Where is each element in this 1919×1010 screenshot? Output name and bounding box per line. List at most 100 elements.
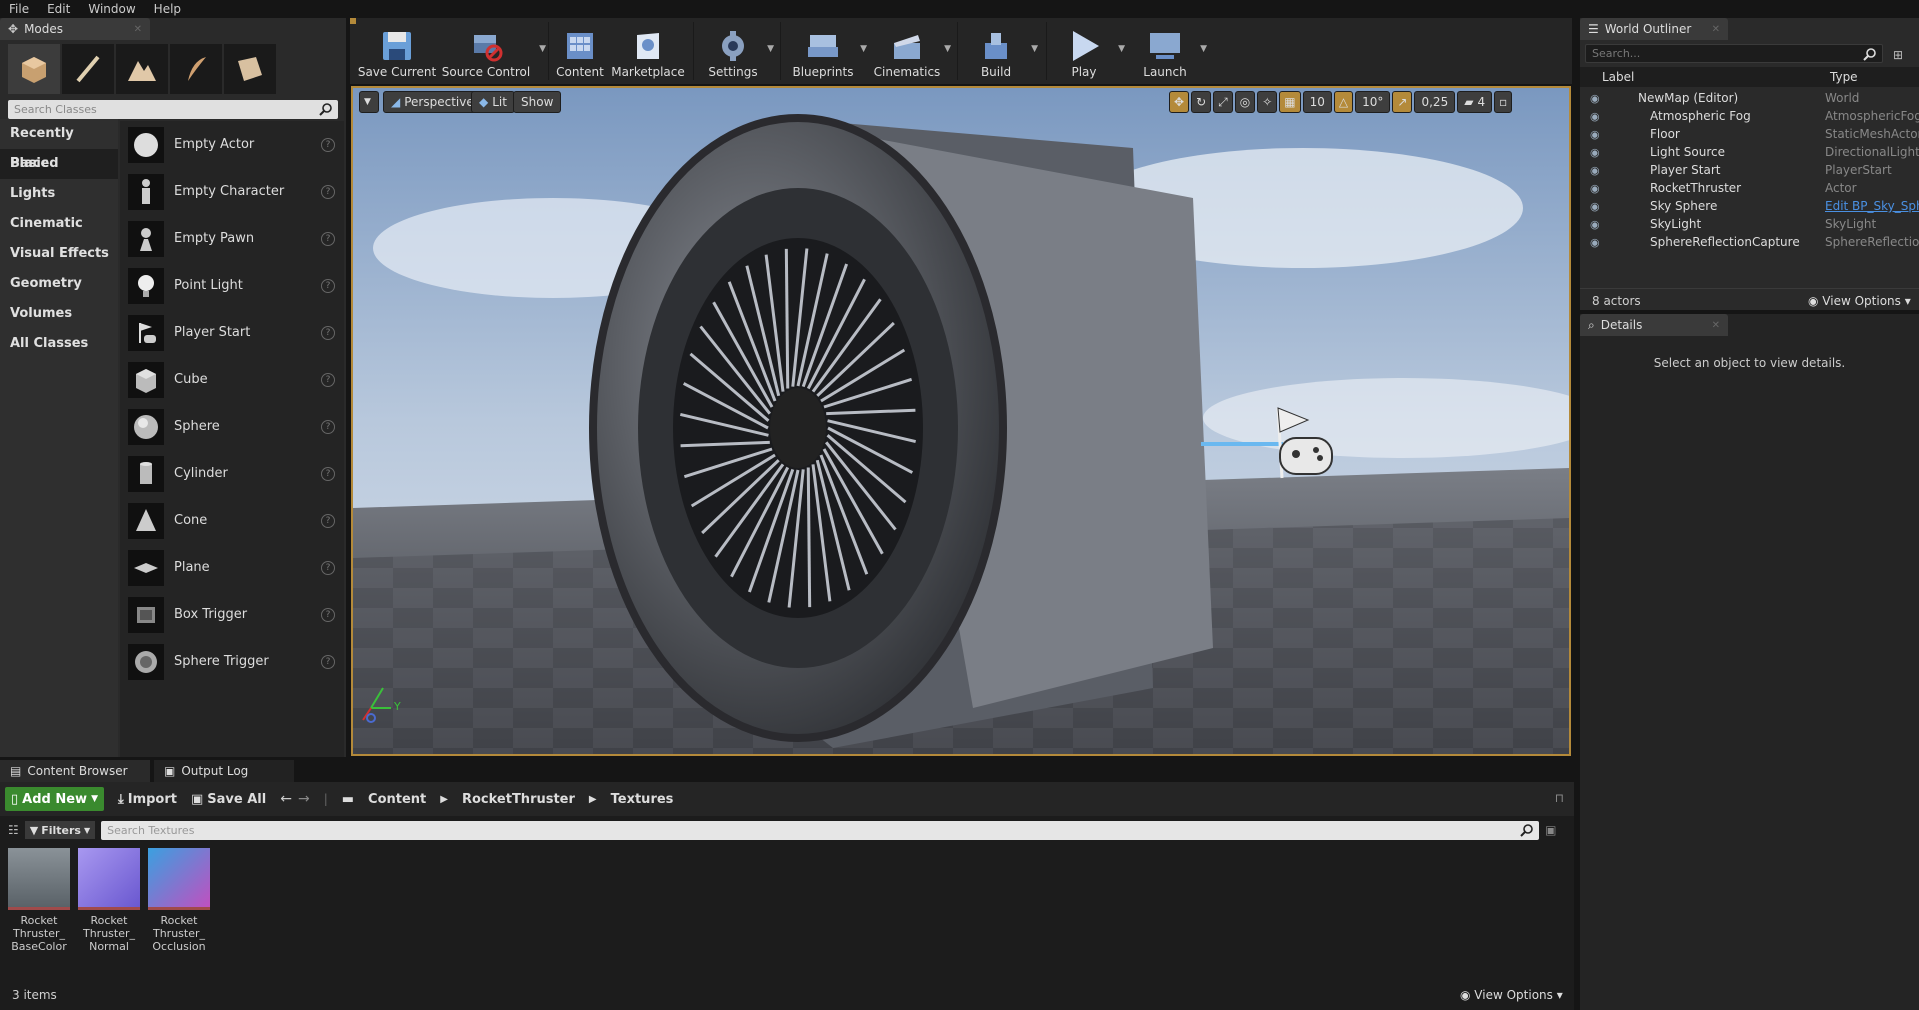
filters-button[interactable]: ▼ Filters ▼ — [24, 821, 96, 839]
list-item[interactable]: Sphere Trigger? — [120, 638, 344, 685]
breadcrumb-rocketthruster[interactable]: RocketThruster — [462, 792, 575, 807]
build-button[interactable]: Build ▼ — [958, 18, 1038, 84]
list-item[interactable]: Sphere? — [120, 403, 344, 450]
viewport-options-button[interactable]: ▼ — [359, 91, 379, 113]
edit-blueprint-link[interactable]: Edit BP_Sky_Sphere — [1825, 199, 1919, 213]
list-item[interactable]: Empty Character? — [120, 168, 344, 215]
place-mode-button[interactable] — [8, 44, 60, 94]
eye-icon[interactable]: ◉ — [1590, 182, 1600, 195]
close-icon[interactable]: ✕ — [134, 24, 142, 35]
scale-snap-value[interactable]: 0,25 — [1414, 91, 1456, 113]
list-item[interactable]: Cone? — [120, 497, 344, 544]
help-icon[interactable]: ? — [321, 560, 335, 575]
breadcrumb-content[interactable]: Content — [368, 792, 426, 807]
world-outliner-tab[interactable]: ☰ World Outliner ✕ — [1580, 18, 1728, 40]
category-visual-effects[interactable]: Visual Effects — [0, 239, 118, 269]
launch-button[interactable]: Launch ▼ — [1127, 18, 1207, 84]
eye-icon[interactable]: ◉ — [1590, 200, 1600, 213]
table-row[interactable]: ◉ SkyLight SkyLight — [1580, 215, 1919, 233]
table-row[interactable]: ◉ Player Start PlayerStart — [1580, 161, 1919, 179]
chevron-down-icon[interactable]: ▼ — [767, 44, 774, 54]
play-button[interactable]: Play ▼ — [1047, 18, 1125, 84]
eye-icon[interactable]: ◉ — [1590, 218, 1600, 231]
help-icon[interactable]: ? — [321, 607, 335, 622]
surface-snap-button[interactable]: ✧ — [1257, 91, 1278, 113]
list-item[interactable]: Player Start? — [120, 309, 344, 356]
list-item[interactable]: Point Light? — [120, 262, 344, 309]
outliner-search-input[interactable]: Search... — [1585, 44, 1883, 63]
help-icon[interactable]: ? — [321, 419, 335, 434]
content-view-options-button[interactable]: ◉ View Options ▾ — [1460, 988, 1563, 1002]
settings-button[interactable]: Settings ▼ — [694, 18, 774, 84]
menu-help[interactable]: Help — [145, 0, 190, 18]
search-classes-input[interactable]: Search Classes — [8, 100, 338, 119]
help-icon[interactable]: ? — [321, 184, 335, 199]
list-item[interactable]: Box Trigger? — [120, 591, 344, 638]
chevron-down-icon[interactable]: ▼ — [944, 44, 951, 54]
list-item[interactable]: Cube? — [120, 356, 344, 403]
help-icon[interactable]: ? — [321, 372, 335, 387]
help-icon[interactable]: ? — [321, 325, 335, 340]
outliner-view-options-button[interactable]: ◉ View Options ▾ — [1808, 294, 1911, 308]
eye-icon[interactable]: ◉ — [1590, 110, 1600, 123]
output-log-tab[interactable]: ▣ Output Log — [154, 760, 294, 782]
grid-snap-toggle[interactable]: ▦ — [1279, 91, 1301, 113]
chevron-down-icon[interactable]: ▼ — [1200, 44, 1207, 54]
table-row[interactable]: ◉ RocketThruster Actor — [1580, 179, 1919, 197]
scale-snap-toggle[interactable]: ↗ — [1392, 91, 1413, 113]
eye-icon[interactable]: ◉ — [1590, 164, 1600, 177]
import-button[interactable]: ⤓ Import — [118, 792, 177, 807]
chevron-down-icon[interactable]: ▼ — [1031, 44, 1038, 54]
rotation-snap-toggle[interactable]: △ — [1333, 91, 1354, 113]
close-icon[interactable]: ✕ — [1712, 24, 1720, 35]
table-row[interactable]: ◉ Light Source DirectionalLight — [1580, 143, 1919, 161]
paint-mode-button[interactable] — [62, 44, 114, 94]
back-arrow-icon[interactable]: ← — [280, 791, 292, 807]
label-column-header[interactable]: Label — [1602, 70, 1634, 84]
show-button[interactable]: Show — [513, 91, 562, 113]
category-geometry[interactable]: Geometry — [0, 269, 118, 299]
list-item[interactable]: Empty Actor? — [120, 121, 344, 168]
menu-edit[interactable]: Edit — [38, 0, 79, 18]
category-cinematic[interactable]: Cinematic — [0, 209, 118, 239]
search-textures-input[interactable]: Search Textures — [101, 820, 1540, 840]
save-current-button[interactable]: Save Current — [356, 18, 438, 84]
table-row[interactable]: ◉ NewMap (Editor) World — [1580, 89, 1919, 107]
landscape-mode-button[interactable] — [116, 44, 168, 94]
forward-arrow-icon[interactable]: → — [298, 791, 310, 807]
category-all-classes[interactable]: All Classes — [0, 329, 118, 359]
lock-icon[interactable]: ⊓ — [1555, 791, 1564, 805]
table-row[interactable]: ◉SphereReflectionCaptureSphereReflection… — [1580, 233, 1919, 251]
menu-window[interactable]: Window — [79, 0, 144, 18]
scale-button[interactable]: ⤢ — [1213, 91, 1233, 113]
breadcrumb-textures[interactable]: Textures — [611, 792, 674, 807]
save-search-icon[interactable]: ▣ — [1545, 823, 1556, 837]
help-icon[interactable]: ? — [321, 513, 335, 528]
perspective-button[interactable]: ◢ Perspective — [383, 91, 482, 113]
asset-tile[interactable]: Rocket Thruster_ BaseColor — [8, 848, 70, 953]
save-all-button[interactable]: ▣ Save All — [191, 792, 266, 807]
table-row[interactable]: ◉Sky SphereEdit BP_Sky_Sphere — [1580, 197, 1919, 215]
list-item[interactable]: Cylinder? — [120, 450, 344, 497]
content-button[interactable]: Content — [549, 18, 611, 84]
rotation-snap-value[interactable]: 10° — [1355, 91, 1391, 113]
list-item[interactable]: Plane? — [120, 544, 344, 591]
category-recently-placed[interactable]: Recently Placed — [0, 119, 118, 171]
eye-icon[interactable]: ◉ — [1590, 236, 1600, 249]
source-control-button[interactable]: Source Control ▼ — [438, 18, 546, 84]
details-tab[interactable]: ⌕ Details ✕ — [1580, 314, 1728, 336]
marketplace-button[interactable]: Marketplace — [611, 18, 685, 84]
geometry-mode-button[interactable] — [224, 44, 276, 94]
translate-button[interactable]: ✥ — [1169, 91, 1190, 113]
blueprints-button[interactable]: Blueprints ▼ — [781, 18, 867, 84]
category-lights[interactable]: Lights — [0, 179, 118, 209]
list-item[interactable]: Empty Pawn? — [120, 215, 344, 262]
table-row[interactable]: ◉ Floor StaticMeshActor — [1580, 125, 1919, 143]
world-local-button[interactable]: ◎ — [1234, 91, 1256, 113]
help-icon[interactable]: ? — [321, 137, 335, 152]
chevron-down-icon[interactable]: ▼ — [1118, 44, 1125, 54]
level-viewport[interactable]: Y ▼ ◢ Perspective ◆ Lit Show ✥ ↻ ⤢ ◎ ✧ ▦ 1… — [351, 86, 1571, 756]
content-browser-tab[interactable]: ▤ Content Browser — [0, 760, 150, 782]
category-basic[interactable]: Basic — [0, 149, 118, 179]
sources-toggle-icon[interactable]: ☷ — [8, 823, 19, 837]
